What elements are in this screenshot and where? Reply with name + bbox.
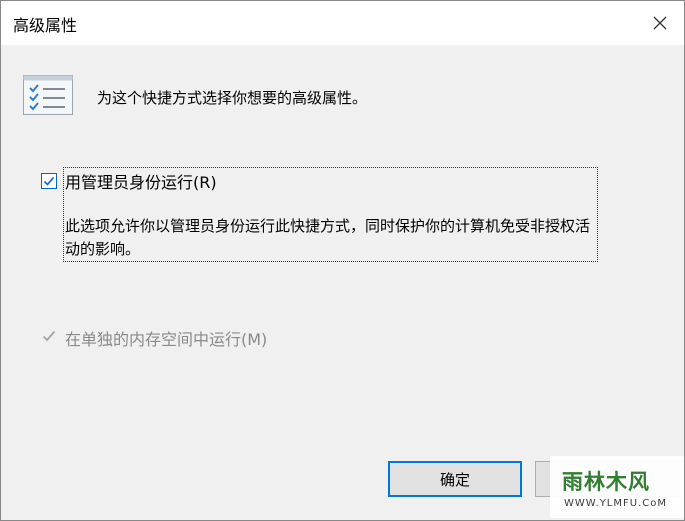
checkmark-icon bbox=[43, 176, 55, 186]
checklist-icon bbox=[23, 75, 73, 115]
run-as-admin-description: 此选项允许你以管理员身份运行此快捷方式，同时保护你的计算机免受非授权活动的影响。 bbox=[65, 217, 591, 258]
run-as-admin-checkbox[interactable] bbox=[41, 173, 57, 189]
close-icon bbox=[653, 16, 667, 30]
close-button[interactable] bbox=[646, 9, 674, 37]
separate-memory-label: 在单独的内存空间中运行(M) bbox=[65, 330, 268, 349]
intro-text: 为这个快捷方式选择你想要的高级属性。 bbox=[97, 89, 368, 107]
ok-button[interactable]: 确定 bbox=[388, 461, 522, 497]
watermark-main-text: 雨林木风 bbox=[562, 470, 650, 494]
title-bar: 高级属性 bbox=[1, 1, 684, 45]
separate-memory-checkbox bbox=[41, 328, 57, 344]
watermark-logo: 雨林木风 WWW.YLMFU.CoM bbox=[550, 456, 684, 518]
checkmark-icon bbox=[42, 330, 56, 342]
run-as-admin-label[interactable]: 用管理员身份运行(R) bbox=[65, 169, 217, 193]
dialog-title: 高级属性 bbox=[13, 16, 78, 35]
advanced-properties-dialog: 高级属性 为这个快捷方式选择你想要的高级属性。 用管理员身份运行(R) 此选项允… bbox=[0, 0, 685, 521]
watermark-url-text: WWW.YLMFU.CoM bbox=[564, 498, 667, 509]
